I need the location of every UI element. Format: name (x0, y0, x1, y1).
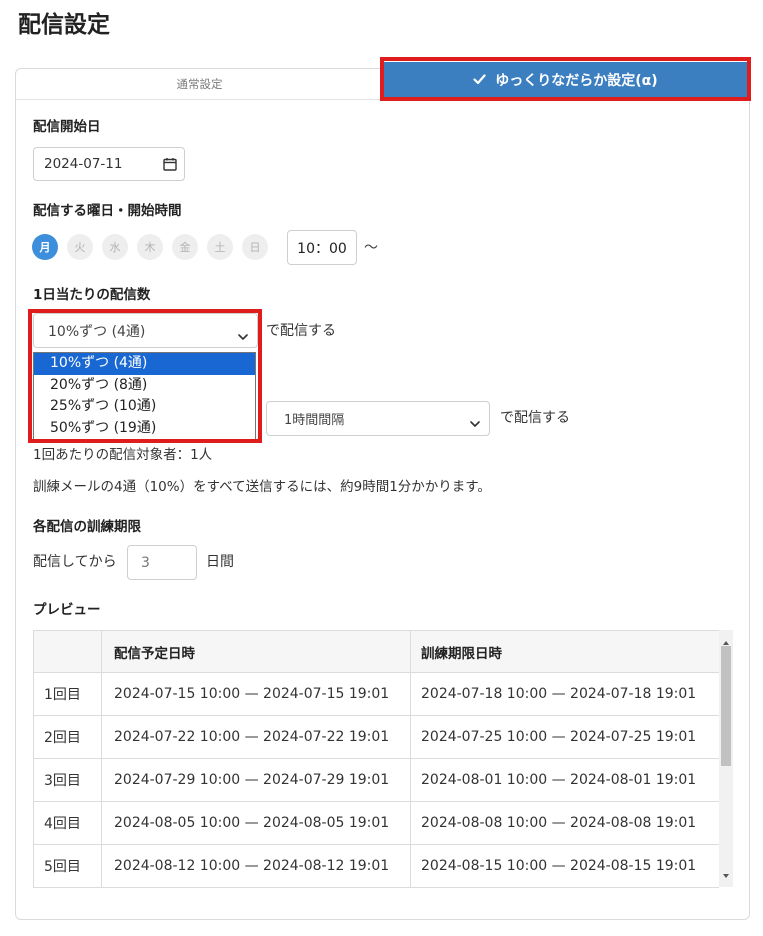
dropdown-option[interactable]: 20%ずつ (8通) (34, 375, 255, 397)
round-cell: 5回目 (33, 844, 102, 888)
send-datetime-cell: 2024-07-29 10:00 — 2024-07-29 19:01 (101, 758, 411, 802)
table-row: 1回目 2024-07-15 10:00 — 2024-07-15 19:01 … (33, 672, 719, 716)
page-title: 配信設定 (18, 12, 110, 38)
deadline-datetime-cell: 2024-08-15 10:00 — 2024-08-15 19:01 (410, 844, 719, 888)
daily-count-label: 1日当たりの配信数 (33, 287, 151, 303)
daily-count-dropdown-list: 10%ずつ (4通) 20%ずつ (8通) 25%ずつ (10通) 50%ずつ … (33, 352, 256, 440)
day-toggle-wed[interactable]: 水 (102, 234, 128, 260)
round-cell: 2回目 (33, 715, 102, 759)
range-separator: ～ (364, 240, 378, 256)
day-toggle-thu[interactable]: 木 (137, 234, 163, 260)
daily-count-selected-value: 10%ずつ (4通) (48, 323, 146, 340)
send-datetime-cell: 2024-08-05 10:00 — 2024-08-05 19:01 (101, 801, 411, 845)
scrollbar-thumb[interactable] (721, 646, 731, 766)
table-header-row: 配信予定日時 訓練期限日時 (33, 630, 719, 673)
tab-gradual-settings[interactable]: ゆっくりなだらか設定(α) (384, 62, 747, 97)
header-send-datetime: 配信予定日時 (101, 630, 411, 673)
dropdown-option[interactable]: 25%ずつ (10通) (34, 396, 255, 418)
table-row: 3回目 2024-07-29 10:00 — 2024-07-29 19:01 … (33, 758, 719, 802)
tab-gradual-label: ゆっくりなだらか設定(α) (495, 72, 658, 89)
table-row: 5回目 2024-08-12 10:00 — 2024-08-12 19:01 … (33, 844, 719, 888)
preview-scrollbar[interactable] (719, 630, 733, 887)
interval-select[interactable]: 1時間間隔 (266, 401, 490, 436)
round-cell: 3回目 (33, 758, 102, 802)
preview-label: プレビュー (33, 602, 101, 618)
deadline-suffix: 日間 (206, 554, 234, 570)
scroll-down-arrow-icon[interactable] (722, 867, 730, 883)
duration-note-text: 訓練メールの4通（10%）をすべて送信するには、約9時間1分かかります。 (33, 479, 491, 495)
deadline-label: 各配信の訓練期限 (33, 519, 141, 535)
deadline-datetime-cell: 2024-08-01 10:00 — 2024-08-01 19:01 (410, 758, 719, 802)
start-date-input[interactable]: 2024-07-11 (33, 147, 185, 181)
schedule-label: 配信する曜日・開始時間 (33, 203, 182, 219)
deadline-prefix: 配信してから (33, 554, 117, 570)
preview-table-container: 配信予定日時 訓練期限日時 1回目 2024-07-15 10:00 — 202… (33, 630, 719, 888)
send-datetime-cell: 2024-07-15 10:00 — 2024-07-15 19:01 (101, 672, 411, 716)
start-time-input[interactable]: 10：00 (287, 230, 357, 265)
day-toggle-sat[interactable]: 土 (207, 234, 233, 260)
tab-divider (16, 99, 749, 100)
deadline-datetime-cell: 2024-08-08 10:00 — 2024-08-08 19:01 (410, 801, 719, 845)
interval-suffix: で配信する (500, 410, 570, 426)
round-cell: 1回目 (33, 672, 102, 716)
table-row: 2回目 2024-07-22 10:00 — 2024-07-22 19:01 … (33, 715, 719, 759)
chevron-down-icon (470, 416, 480, 431)
day-toggle-sun[interactable]: 日 (242, 234, 268, 260)
header-round (33, 630, 102, 673)
start-date-label: 配信開始日 (33, 119, 101, 135)
start-date-value: 2024-07-11 (44, 156, 123, 172)
deadline-days-input[interactable]: 3 (127, 545, 197, 580)
chevron-down-icon (238, 328, 248, 344)
deadline-datetime-cell: 2024-07-18 10:00 — 2024-07-18 19:01 (410, 672, 719, 716)
day-toggle-tue[interactable]: 火 (67, 234, 93, 260)
daily-count-select[interactable]: 10%ずつ (4通) (33, 313, 258, 348)
preview-table: 配信予定日時 訓練期限日時 1回目 2024-07-15 10:00 — 202… (33, 630, 719, 888)
send-datetime-cell: 2024-07-22 10:00 — 2024-07-22 19:01 (101, 715, 411, 759)
round-cell: 4回目 (33, 801, 102, 845)
targets-per-send-text: 1回あたりの配信対象者：1人 (33, 447, 213, 463)
deadline-datetime-cell: 2024-07-25 10:00 — 2024-07-25 19:01 (410, 715, 719, 759)
check-icon (473, 74, 486, 85)
dropdown-option[interactable]: 10%ずつ (4通) (34, 353, 255, 375)
day-toggle-fri[interactable]: 金 (172, 234, 198, 260)
daily-count-suffix: で配信する (266, 323, 336, 339)
weekday-selector: 月 火 水 木 金 土 日 (32, 234, 268, 261)
interval-selected-value: 1時間間隔 (284, 413, 345, 428)
header-deadline-datetime: 訓練期限日時 (410, 630, 719, 673)
table-row: 4回目 2024-08-05 10:00 — 2024-08-05 19:01 … (33, 801, 719, 845)
dropdown-option[interactable]: 50%ずつ (19通) (34, 418, 255, 440)
calendar-icon[interactable] (163, 157, 177, 175)
send-datetime-cell: 2024-08-12 10:00 — 2024-08-12 19:01 (101, 844, 411, 888)
tab-normal-settings[interactable]: 通常設定 (16, 69, 383, 99)
day-toggle-mon[interactable]: 月 (32, 234, 58, 260)
